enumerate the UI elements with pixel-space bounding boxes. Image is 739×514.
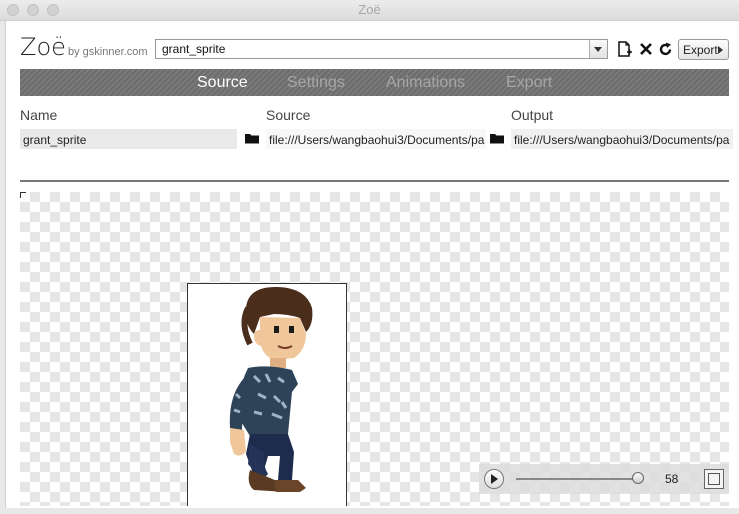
tab-source[interactable]: Source bbox=[197, 74, 248, 92]
frame-slider-thumb[interactable] bbox=[631, 472, 644, 484]
frame-number: 58 bbox=[665, 472, 679, 486]
name-input[interactable]: grant_sprite bbox=[20, 129, 237, 149]
source-input[interactable]: file:///Users/wangbaohui3/Documents/pa bbox=[266, 129, 486, 149]
tab-settings[interactable]: Settings bbox=[287, 74, 345, 92]
app-byline: by gskinner.com bbox=[68, 46, 148, 58]
tab-export[interactable]: Export bbox=[506, 74, 552, 92]
sprite-bounding-box bbox=[187, 283, 347, 506]
output-input[interactable]: file:///Users/wangbaohui3/Documents/pa bbox=[511, 129, 733, 149]
close-x-icon[interactable] bbox=[637, 39, 655, 59]
frame-slider[interactable] bbox=[516, 478, 644, 480]
sprite-character-image bbox=[229, 286, 313, 492]
folder-icon[interactable] bbox=[490, 131, 504, 145]
export-button[interactable]: Export bbox=[678, 39, 729, 60]
tab-bar: Source Settings Animations Export bbox=[20, 69, 729, 96]
new-document-icon[interactable] bbox=[616, 39, 634, 59]
app-logo: Zoë bbox=[20, 33, 66, 61]
resize-icon[interactable] bbox=[704, 469, 724, 489]
playback-controls: 58 bbox=[479, 464, 729, 494]
folder-icon[interactable] bbox=[245, 131, 259, 145]
section-divider bbox=[20, 180, 729, 182]
tab-animations[interactable]: Animations bbox=[386, 74, 465, 92]
play-icon[interactable] bbox=[484, 469, 504, 489]
output-label: Output bbox=[511, 107, 554, 123]
project-select[interactable]: grant_sprite bbox=[155, 39, 608, 59]
window-titlebar: Zoë bbox=[0, 0, 739, 21]
registration-corner-marker bbox=[20, 192, 26, 198]
window-title: Zoë bbox=[358, 2, 381, 17]
app-frame: Zoë by gskinner.com grant_sprite Export … bbox=[5, 21, 739, 508]
preview-canvas[interactable]: 58 bbox=[20, 192, 729, 506]
refresh-icon[interactable] bbox=[656, 39, 674, 59]
source-label: Source bbox=[266, 107, 311, 123]
chevron-down-icon[interactable] bbox=[589, 40, 607, 58]
name-label: Name bbox=[20, 107, 58, 123]
project-select-value: grant_sprite bbox=[162, 42, 226, 56]
